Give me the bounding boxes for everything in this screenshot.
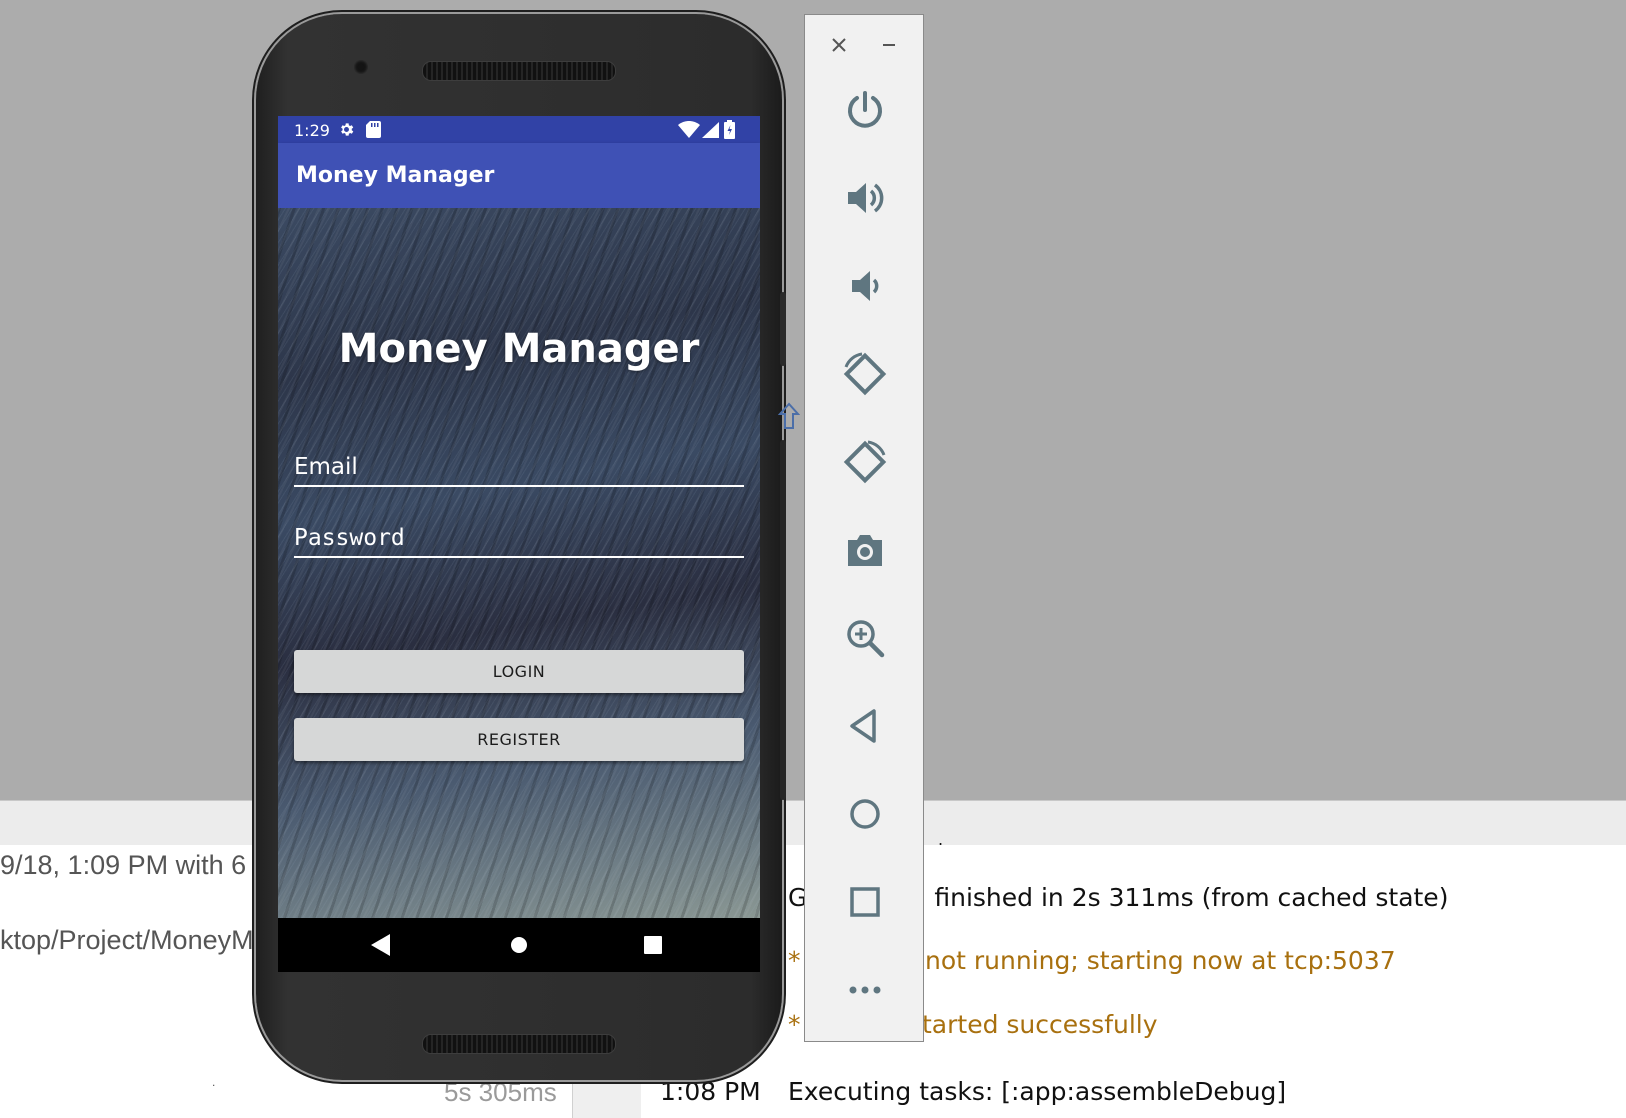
- password-field[interactable]: [294, 520, 744, 558]
- log-left-date: 9/18, 1:09 PM with 6: [0, 850, 247, 880]
- back-icon[interactable]: [369, 933, 393, 957]
- log-line-2-star: *: [788, 946, 801, 975]
- gear-icon: [338, 121, 355, 138]
- close-icon[interactable]: [827, 33, 851, 57]
- log-top-fragment: .: [938, 830, 944, 849]
- volume-down-icon[interactable]: [840, 261, 890, 311]
- minimize-icon[interactable]: [877, 33, 901, 57]
- log-line-4: Executing tasks: [:app:assembleDebug]: [788, 1077, 1287, 1106]
- power-icon[interactable]: [840, 85, 890, 135]
- zoom-icon[interactable]: [840, 613, 890, 663]
- rotate-right-icon[interactable]: [840, 437, 890, 487]
- login-content: Money Manager LOGIN REGISTER: [278, 208, 760, 918]
- rotate-left-icon[interactable]: [840, 349, 890, 399]
- log-time: 1:08 PM: [660, 1077, 761, 1106]
- more-icon[interactable]: [840, 965, 890, 1015]
- volume-up-icon[interactable]: [840, 173, 890, 223]
- navigation-bar: [278, 918, 760, 972]
- battery-icon: [724, 120, 735, 139]
- log-dot: .: [212, 1075, 216, 1089]
- register-button[interactable]: REGISTER: [294, 718, 744, 761]
- scroll-up-arrow-icon: [777, 402, 801, 432]
- home-icon[interactable]: [840, 789, 890, 839]
- email-field[interactable]: [294, 449, 744, 487]
- home-icon[interactable]: [507, 933, 531, 957]
- wifi-icon: [678, 120, 700, 138]
- status-bar: 1:29: [278, 116, 760, 143]
- app-bar: Money Manager: [278, 143, 760, 208]
- phone-volume-key: [780, 440, 786, 800]
- phone-power-key: [780, 292, 786, 366]
- camera-icon[interactable]: [840, 525, 890, 575]
- bottom-speaker: [422, 1034, 616, 1054]
- log-left-duration: 5s 305ms: [444, 1077, 557, 1107]
- app-bar-title: Money Manager: [296, 163, 495, 188]
- login-button[interactable]: LOGIN: [294, 650, 744, 693]
- recents-icon[interactable]: [641, 933, 665, 957]
- device-screen: 1:29 Money Manager Money Manager LOGIN R…: [278, 116, 760, 972]
- log-left-path: ktop/Project/MoneyM: [0, 925, 254, 955]
- overview-icon[interactable]: [840, 877, 890, 927]
- back-icon[interactable]: [840, 701, 890, 751]
- emulator-controls-panel: [804, 14, 924, 1042]
- log-line-3-star: *: [788, 1010, 801, 1039]
- signal-icon: [702, 122, 719, 138]
- front-camera: [354, 60, 368, 74]
- log-line-1: : finished in 2s 311ms (from cached stat…: [918, 883, 1449, 912]
- hero-title: Money Manager: [338, 326, 700, 372]
- status-time: 1:29: [294, 121, 330, 140]
- log-gutter: [572, 1075, 641, 1118]
- top-speaker: [422, 61, 616, 81]
- log-line-3: tarted successfully: [922, 1010, 1158, 1039]
- log-line-2: not running; starting now at tcp:5037: [925, 946, 1396, 975]
- sd-card-icon: [366, 121, 381, 138]
